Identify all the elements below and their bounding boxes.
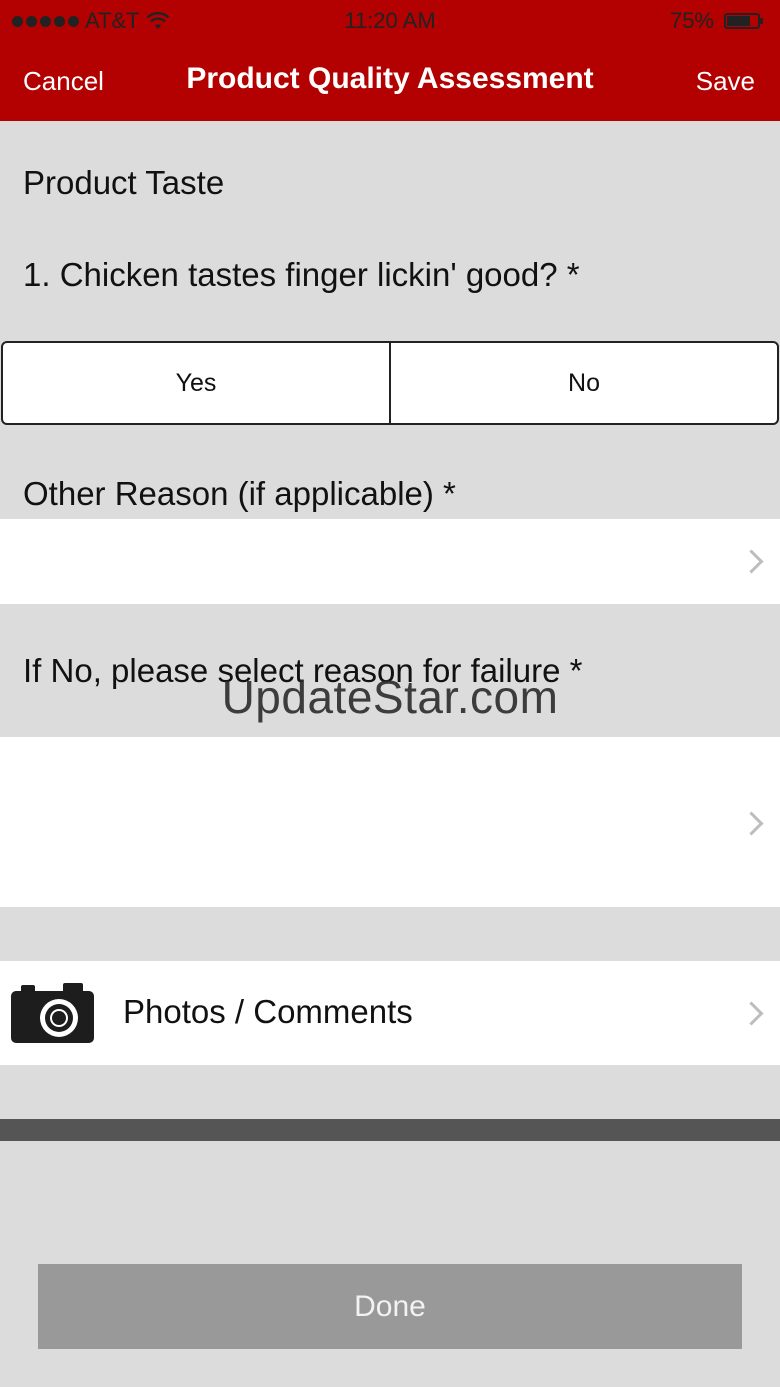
chevron-right-icon — [739, 549, 764, 574]
failure-reason-label: If No, please select reason for failure … — [23, 652, 583, 689]
chevron-right-icon — [739, 1001, 764, 1026]
top-bar: AT&T 11:20 AM 75% Cancel Product Quality… — [0, 0, 780, 121]
page-title: Product Quality Assessment — [186, 62, 594, 95]
status-right: 75% — [669, 8, 763, 34]
yes-option[interactable]: Yes — [3, 343, 389, 423]
nav-bar: Cancel Product Quality Assessment Save — [0, 50, 780, 110]
battery-icon — [724, 13, 763, 29]
other-reason-label: Other Reason (if applicable) * — [23, 475, 456, 512]
photos-comments-row[interactable]: Photos / Comments — [0, 961, 780, 1065]
chevron-right-icon — [739, 811, 764, 836]
cancel-button[interactable]: Cancel — [23, 66, 104, 97]
done-button[interactable]: Done — [38, 1264, 742, 1349]
status-time: 11:20 AM — [344, 8, 436, 33]
status-bar: AT&T 11:20 AM 75% — [0, 0, 780, 40]
other-reason-field[interactable] — [0, 519, 780, 604]
failure-reason-field[interactable] — [0, 737, 780, 907]
battery-percent: 75% — [669, 8, 714, 33]
section-title: Product Taste — [23, 164, 225, 201]
question-label: 1. Chicken tastes finger lickin' good? * — [23, 256, 580, 293]
no-option[interactable]: No — [389, 343, 777, 423]
divider — [0, 1119, 780, 1141]
save-button[interactable]: Save — [696, 66, 755, 97]
photos-comments-label: Photos / Comments — [123, 993, 413, 1030]
camera-icon — [11, 983, 94, 1043]
yes-no-segmented-control: Yes No — [1, 341, 779, 425]
